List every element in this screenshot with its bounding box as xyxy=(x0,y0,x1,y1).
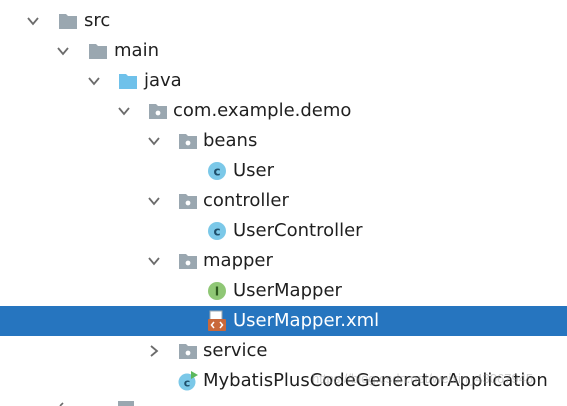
interface-icon: I xyxy=(208,282,226,300)
tree-item-user[interactable]: c User xyxy=(0,156,567,186)
tree-item-label: beans xyxy=(203,130,258,151)
tree-item-com-example-demo[interactable]: com.example.demo xyxy=(0,96,567,126)
chevron-down-icon[interactable] xyxy=(56,44,70,58)
tree-item-java[interactable]: java xyxy=(0,66,567,96)
class-icon: c xyxy=(208,222,226,240)
tree-item-beans[interactable]: beans xyxy=(0,126,567,156)
folder-icon xyxy=(118,401,134,406)
tree-item-label: main xyxy=(114,40,159,61)
folder-icon xyxy=(59,14,77,29)
chevron-down-icon[interactable] xyxy=(87,74,101,88)
tree-item-label: UserController xyxy=(233,220,363,241)
chevron-down-icon[interactable] xyxy=(26,14,40,28)
xml-file-icon xyxy=(208,310,226,331)
tree-item-src[interactable]: src xyxy=(0,6,567,36)
chevron-right-icon[interactable] xyxy=(147,344,161,358)
tree-item-usermapper-xml[interactable]: UserMapper.xml xyxy=(0,306,567,336)
spring-boot-class-icon: c xyxy=(178,371,198,391)
project-tree: src main java com.example.demo beans c U… xyxy=(0,0,567,406)
tree-item-label: UserMapper.xml xyxy=(233,310,380,331)
svg-text:c: c xyxy=(213,225,220,239)
package-icon xyxy=(149,104,167,119)
class-icon: c xyxy=(208,162,226,180)
tree-item-usercontroller[interactable]: c UserController xyxy=(0,216,567,246)
package-icon xyxy=(179,254,197,269)
chevron-down-icon[interactable] xyxy=(117,104,131,118)
svg-text:c: c xyxy=(213,165,220,179)
watermark: https://blog.csdn.net/weixin_43067945 xyxy=(312,371,534,386)
chevron-down-icon[interactable] xyxy=(147,194,161,208)
tree-item-usermapper[interactable]: I UserMapper xyxy=(0,276,567,306)
chevron-down-icon[interactable] xyxy=(147,254,161,268)
tree-item-controller[interactable]: controller xyxy=(0,186,567,216)
svg-text:I: I xyxy=(215,285,219,299)
tree-item-service[interactable]: service xyxy=(0,336,567,366)
chevron-down-icon[interactable] xyxy=(147,134,161,148)
chevron-right-icon xyxy=(59,402,64,406)
tree-item-label: java xyxy=(144,70,182,91)
tree-item-label: src xyxy=(84,10,111,31)
folder-icon xyxy=(89,44,107,59)
tree-item-mapper[interactable]: mapper xyxy=(0,246,567,276)
tree-item-label: User xyxy=(233,160,275,181)
tree-item-main[interactable]: main xyxy=(0,36,567,66)
tree-item-label: mapper xyxy=(203,250,273,271)
package-icon xyxy=(179,344,197,359)
svg-text:c: c xyxy=(184,377,191,390)
tree-item-label: service xyxy=(203,340,268,361)
package-icon xyxy=(179,134,197,149)
tree-item-label: UserMapper xyxy=(233,280,342,301)
tree-item-label: controller xyxy=(203,190,289,211)
package-icon xyxy=(179,194,197,209)
tree-item-label: com.example.demo xyxy=(173,100,352,121)
source-folder-icon xyxy=(119,74,137,89)
